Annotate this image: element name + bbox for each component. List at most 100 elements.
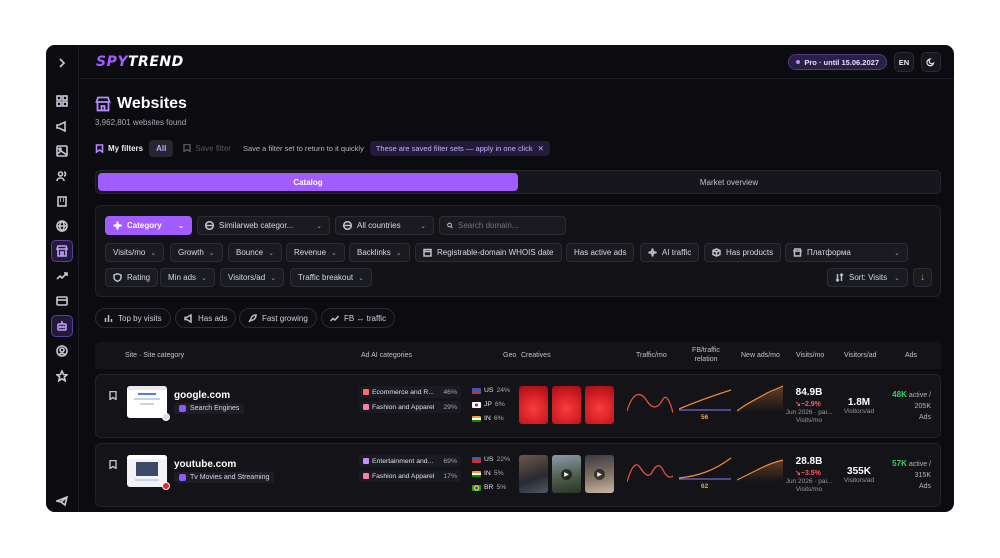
tab-market-overview[interactable]: Market overview (520, 173, 938, 191)
store-icon[interactable] (51, 240, 73, 262)
theme-toggle-button[interactable] (921, 52, 941, 72)
building-icon[interactable] (51, 190, 73, 212)
bookmark-icon[interactable] (109, 390, 117, 401)
trending-icon[interactable] (51, 265, 73, 287)
megaphone-icon[interactable] (51, 115, 73, 137)
quick-filter-top-by-visits[interactable]: Top by visits (95, 308, 171, 328)
visits-filter[interactable]: Visits/mo ⌄ (105, 243, 165, 262)
tab-catalog[interactable]: Catalog (98, 173, 518, 191)
table-row[interactable]: google.com Search Engines Ecommerce and … (95, 374, 941, 438)
sort-direction-button[interactable]: ↓ (913, 268, 932, 287)
globe-icon[interactable] (51, 215, 73, 237)
br-flag-icon (472, 484, 481, 491)
users-icon[interactable] (51, 165, 73, 187)
site-thumbnail[interactable] (127, 386, 167, 418)
visits-value: 28.8B (795, 456, 823, 467)
account-icon[interactable] (51, 340, 73, 362)
ad-category-pct: 17% (443, 472, 457, 480)
creative-thumbnail[interactable] (585, 386, 614, 424)
search-domain-field[interactable] (439, 216, 566, 235)
col-traffic[interactable]: Traffic/mo (636, 351, 667, 360)
platform-dropdown[interactable]: Платформа ⌄ (785, 243, 908, 262)
logo-part1: SPY (96, 54, 128, 70)
box-icon (712, 248, 721, 257)
chevron-down-icon: ⌄ (894, 274, 900, 282)
creative-thumbnail[interactable] (519, 386, 548, 424)
expand-sidebar-icon[interactable] (51, 52, 73, 74)
search-domain-input[interactable] (458, 221, 558, 230)
rocket-icon (248, 313, 257, 322)
ad-category-name: Ecommerce and R... (372, 388, 434, 396)
telegram-icon[interactable] (51, 490, 73, 512)
results-count: 3,962,801 websites found (95, 118, 187, 127)
bounce-filter[interactable]: Bounce ⌄ (228, 243, 283, 262)
col-fb-traffic-relation[interactable]: FB/traffic relation (691, 346, 721, 364)
logo[interactable]: SPYTREND (96, 54, 184, 70)
col-geo[interactable]: Geo (503, 351, 516, 360)
category-dropdown[interactable]: Category ⌄ (105, 216, 192, 235)
sort-dropdown[interactable]: Sort: Visits ⌄ (827, 268, 908, 287)
domain-name[interactable]: google.com (174, 390, 230, 401)
dashboard-icon[interactable] (51, 90, 73, 112)
chevron-down-icon: ⌄ (316, 222, 322, 230)
thumbnail-line (134, 398, 160, 400)
image-icon[interactable] (51, 140, 73, 162)
growth-filter[interactable]: Growth ⌄ (170, 243, 223, 262)
bookmark-icon[interactable] (109, 459, 117, 470)
quick-filter-label: Top by visits (118, 313, 162, 323)
col-creatives[interactable]: Creatives (521, 351, 551, 360)
revenue-filter[interactable]: Revenue ⌄ (286, 243, 345, 262)
store-icon (95, 96, 111, 112)
card-icon[interactable] (51, 290, 73, 312)
similarweb-category-dropdown[interactable]: Similarweb categor... ⌄ (197, 216, 330, 235)
visits-note: Jun 2026 · pai... (785, 478, 833, 485)
creative-thumbnail[interactable] (519, 455, 548, 493)
traffic-breakout-filter[interactable]: Traffic breakout ⌄ (290, 268, 373, 287)
col-ads[interactable]: Ads (905, 351, 917, 360)
min-ads-filter[interactable]: Min ads ⌄ (160, 268, 215, 287)
fb-relation-sparkline (679, 389, 731, 411)
page-header: Websites (95, 95, 187, 113)
col-visits[interactable]: Visits/mo (796, 351, 824, 360)
language-button[interactable]: EN (894, 52, 914, 72)
bounce-filter-label: Bounce (236, 248, 264, 257)
rating-filter[interactable]: Rating (105, 268, 159, 287)
geo-item: US 22% (472, 456, 510, 463)
ad-category-pct: 69% (443, 457, 457, 465)
quick-filter-has-ads[interactable]: Has ads (175, 308, 237, 328)
visitors-per-ad-filter[interactable]: Visitors/ad ⌄ (220, 268, 285, 287)
has-active-ads-toggle[interactable]: Has active ads (566, 243, 635, 262)
whois-date-filter[interactable]: Registrable-domain WHOIS date (415, 243, 562, 262)
creative-thumbnail[interactable]: ▶ (585, 455, 614, 493)
geo-pct: 24% (496, 387, 511, 394)
bot-icon[interactable] (51, 315, 73, 337)
creative-thumbnail[interactable] (552, 386, 581, 424)
col-ad-ai-categories[interactable]: Ad AI categories (361, 351, 412, 360)
col-site[interactable]: Site · Site category (125, 351, 184, 360)
site-category-chip: Tv Movies and Streaming (174, 472, 275, 483)
backlinks-filter[interactable]: Backlinks ⌄ (349, 243, 410, 262)
has-products-toggle[interactable]: Has products (704, 243, 782, 262)
domain-name[interactable]: youtube.com (174, 459, 236, 470)
col-visitors-per-ad[interactable]: Visitors/ad (844, 351, 877, 360)
ai-traffic-toggle[interactable]: AI traffic (640, 243, 700, 262)
my-filters-button[interactable]: My filters (95, 144, 143, 153)
col-new-ads[interactable]: New ads/mo (741, 351, 780, 360)
quick-filter-fast-growing[interactable]: Fast growing (239, 308, 317, 328)
chevron-down-icon: ⌄ (395, 249, 402, 257)
bookmark-icon (183, 144, 192, 152)
save-filter-button[interactable]: Save filter (183, 144, 231, 153)
us-flag-icon (472, 387, 481, 394)
table-row[interactable]: youtube.com Tv Movies and Streaming Ente… (95, 443, 941, 507)
creative-thumbnail[interactable]: ▶ (552, 455, 581, 493)
all-filters-chip[interactable]: All (149, 139, 174, 157)
geo-item: IN 5% (472, 470, 504, 477)
category-icon (363, 458, 369, 464)
star-icon[interactable] (51, 365, 73, 387)
close-icon[interactable]: ✕ (538, 144, 544, 153)
quick-filter-fb-traffic[interactable]: FB ↔ traffic (321, 308, 396, 328)
site-thumbnail[interactable] (127, 455, 167, 487)
geo-code: US (484, 456, 494, 463)
countries-dropdown[interactable]: All countries ⌄ (335, 216, 434, 235)
pro-badge[interactable]: Pro · until 15.06.2027 (788, 54, 887, 70)
